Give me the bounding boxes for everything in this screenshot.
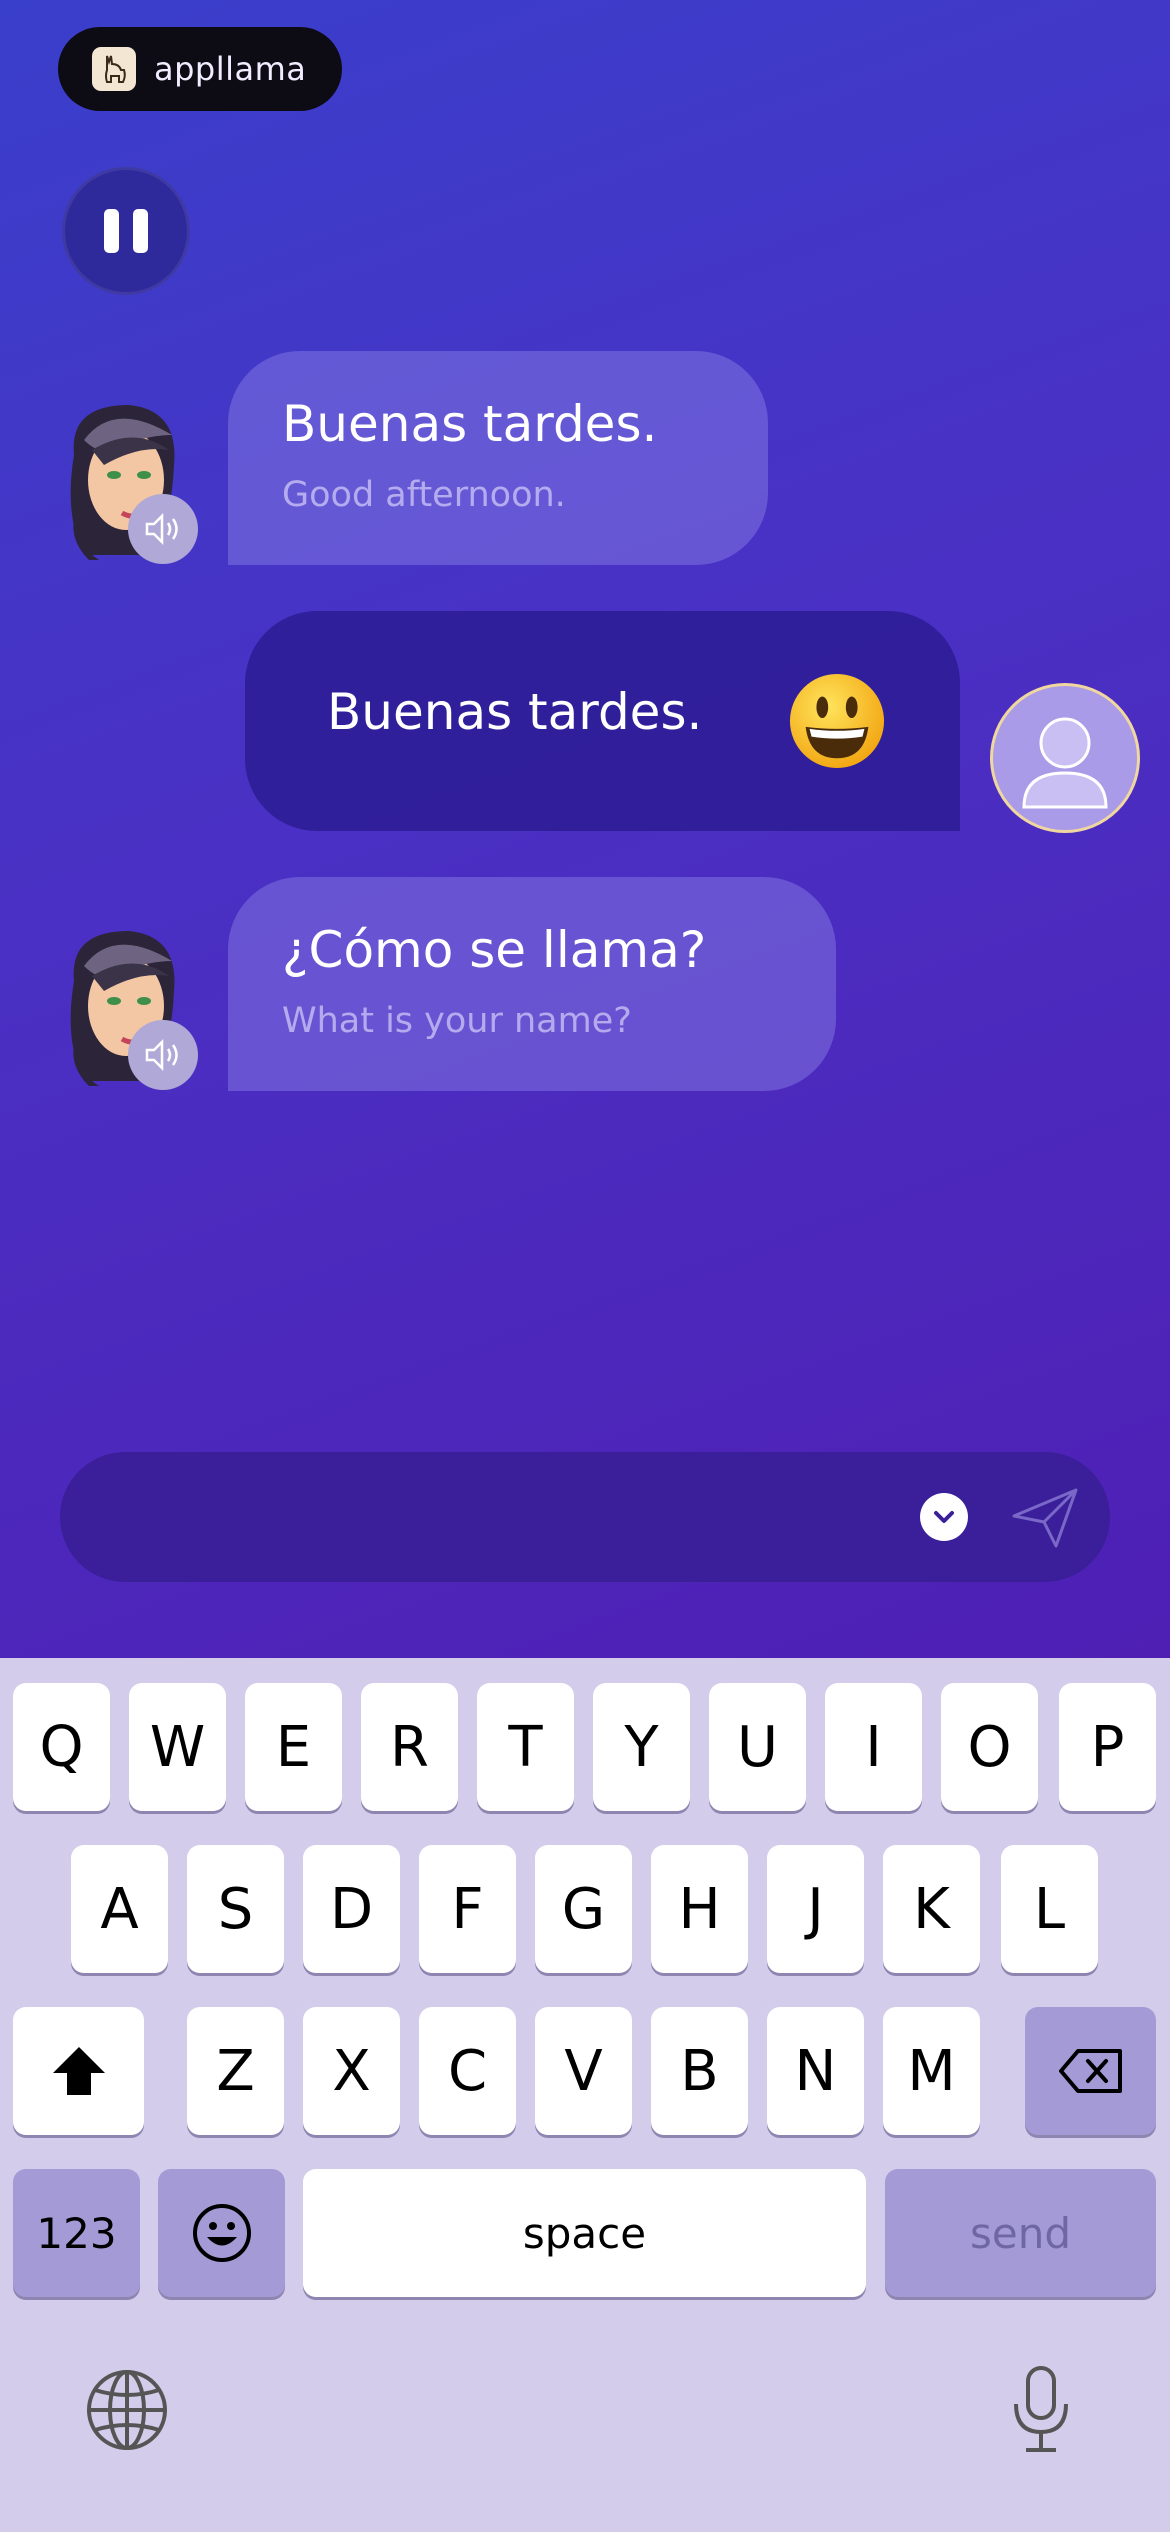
key-i[interactable]: I xyxy=(825,1683,922,1811)
key-c[interactable]: C xyxy=(419,2007,516,2135)
key-w[interactable]: W xyxy=(129,1683,226,1811)
key-h[interactable]: H xyxy=(651,1845,748,1973)
key-g[interactable]: G xyxy=(535,1845,632,1973)
speaker-icon xyxy=(145,512,178,546)
key-s[interactable]: S xyxy=(187,1845,284,1973)
key-u[interactable]: U xyxy=(709,1683,806,1811)
bot-message: Buenas tardes. Good afternoon. xyxy=(228,351,768,565)
key-d[interactable]: D xyxy=(303,1845,400,1973)
key-r[interactable]: R xyxy=(361,1683,458,1811)
brand-badge: appllama xyxy=(58,27,342,111)
key-f[interactable]: F xyxy=(419,1845,516,1973)
key-m[interactable]: M xyxy=(883,2007,980,2135)
numbers-key[interactable]: 123 xyxy=(13,2169,140,2297)
speaker-icon xyxy=(145,1038,178,1072)
speaker-button[interactable] xyxy=(128,494,198,564)
bot-message: ¿Cómo se llama? What is your name? xyxy=(228,877,836,1091)
key-a[interactable]: A xyxy=(71,1845,168,1973)
keyboard: Q W E R T Y U I O P A S D F G H J K L Z … xyxy=(0,1658,1170,2532)
key-l[interactable]: L xyxy=(1001,1845,1098,1973)
backspace-icon xyxy=(1058,2049,1122,2093)
space-key[interactable]: space xyxy=(303,2169,866,2297)
key-j[interactable]: J xyxy=(767,1845,864,1973)
shift-arrow-icon xyxy=(52,2047,105,2095)
send-key[interactable]: send xyxy=(885,2169,1156,2297)
microphone-icon[interactable] xyxy=(1010,2364,1072,2456)
message-text: Buenas tardes. xyxy=(282,395,658,453)
user-avatar[interactable] xyxy=(990,683,1140,833)
key-n[interactable]: N xyxy=(767,2007,864,2135)
message-translation: What is your name? xyxy=(282,1001,632,1041)
grinning-face-emoji xyxy=(789,673,885,769)
backspace-key[interactable] xyxy=(1025,2007,1156,2135)
key-t[interactable]: T xyxy=(477,1683,574,1811)
paper-plane-icon[interactable] xyxy=(1010,1484,1080,1550)
key-v[interactable]: V xyxy=(535,2007,632,2135)
person-icon xyxy=(1022,717,1108,809)
key-k[interactable]: K xyxy=(883,1845,980,1973)
smiley-icon xyxy=(192,2204,251,2262)
chevron-down-icon[interactable] xyxy=(920,1493,968,1541)
key-x[interactable]: X xyxy=(303,2007,400,2135)
message-text: ¿Cómo se llama? xyxy=(282,921,707,979)
globe-icon[interactable] xyxy=(85,2368,169,2452)
key-q[interactable]: Q xyxy=(13,1683,110,1811)
key-y[interactable]: Y xyxy=(593,1683,690,1811)
key-o[interactable]: O xyxy=(941,1683,1038,1811)
message-input[interactable] xyxy=(60,1452,1110,1582)
key-e[interactable]: E xyxy=(245,1683,342,1811)
message-translation: Good afternoon. xyxy=(282,475,566,515)
speaker-button[interactable] xyxy=(128,1020,198,1090)
pause-button[interactable] xyxy=(62,167,190,295)
key-b[interactable]: B xyxy=(651,2007,748,2135)
pause-icon xyxy=(104,209,119,253)
key-p[interactable]: P xyxy=(1059,1683,1156,1811)
message-text: Buenas tardes. xyxy=(327,683,703,741)
shift-key[interactable] xyxy=(13,2007,144,2135)
emoji-key[interactable] xyxy=(158,2169,285,2297)
llama-icon xyxy=(92,47,136,91)
chat-screen: appllama Buenas tardes. Good afternoon. … xyxy=(0,0,1170,1658)
key-z[interactable]: Z xyxy=(187,2007,284,2135)
brand-name: appllama xyxy=(154,50,307,88)
